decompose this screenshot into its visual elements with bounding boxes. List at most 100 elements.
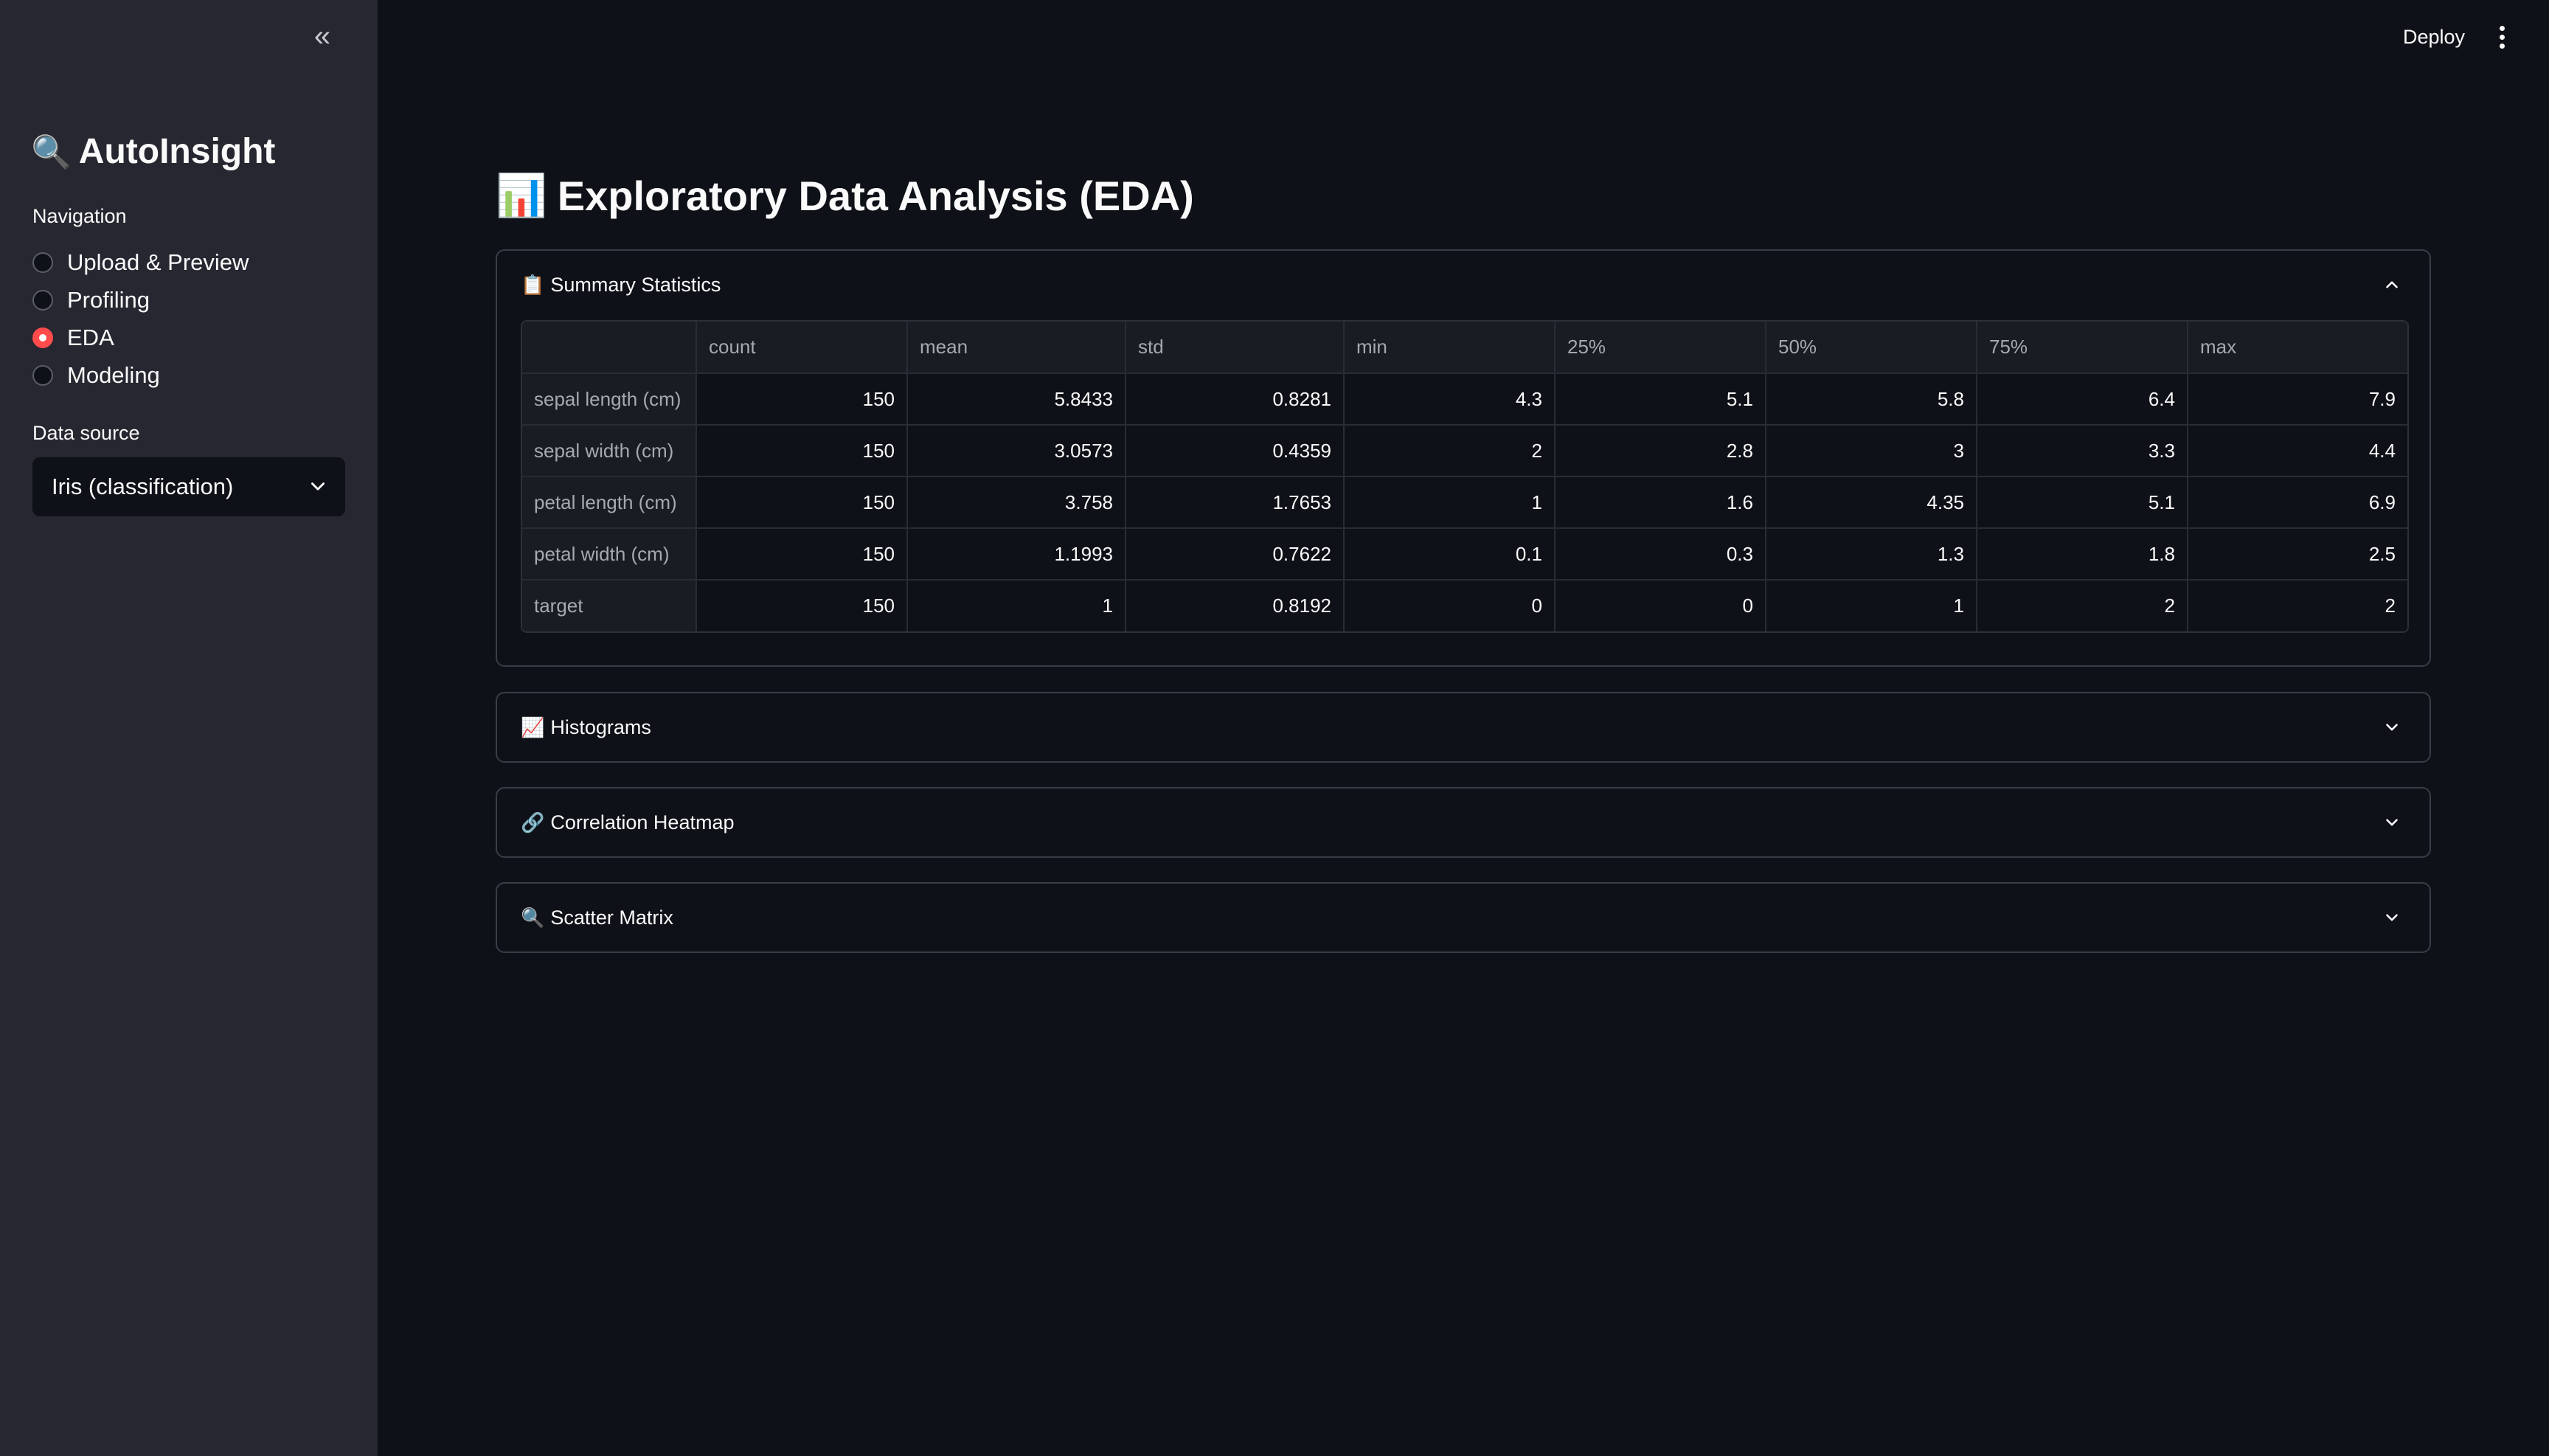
correlation-heatmap-expander: 🔗 Correlation Heatmap <box>496 787 2431 858</box>
double-chevron-left-icon: « <box>313 20 331 52</box>
nav-radio-profiling[interactable]: Profiling <box>32 281 249 319</box>
column-header[interactable]: count <box>696 322 908 374</box>
navigation-radio-group: Upload & Preview Profiling EDA Modeling <box>32 243 249 394</box>
main-menu-button[interactable] <box>2486 18 2518 56</box>
expander-label: Summary Statistics <box>550 273 721 296</box>
data-source-label: Data source <box>32 422 140 444</box>
table-header-row: count mean std min 25% 50% 75% max <box>522 322 2407 374</box>
column-header[interactable]: 75% <box>1977 322 2188 374</box>
column-header[interactable]: std <box>1126 322 1345 374</box>
histograms-header[interactable]: 📈 Histograms <box>497 693 2430 761</box>
row-label: petal length (cm) <box>522 476 697 529</box>
table-row: petal width (cm) 150 1.1993 0.7622 0.1 0… <box>522 528 2407 580</box>
table-cell: 4.4 <box>2188 425 2407 477</box>
nav-radio-modeling[interactable]: Modeling <box>32 356 249 394</box>
app-title: 🔍 AutoInsight <box>31 131 275 172</box>
table-cell: 2 <box>1977 580 2188 631</box>
table-cell: 5.8433 <box>907 373 1126 426</box>
column-header[interactable]: 25% <box>1555 322 1766 374</box>
table-cell: 7.9 <box>2188 373 2407 426</box>
table-cell: 1.3 <box>1766 528 1977 580</box>
chevron-down-icon <box>2386 724 2398 731</box>
nav-radio-label: Profiling <box>67 286 150 313</box>
collapse-sidebar-button[interactable]: « <box>305 19 339 53</box>
deploy-button[interactable]: Deploy <box>2390 16 2478 58</box>
page-title-text: Exploratory Data Analysis (EDA) <box>557 172 1194 219</box>
chevron-down-icon <box>2386 819 2398 826</box>
radio-button[interactable] <box>32 252 53 273</box>
table-cell: 150 <box>696 528 908 580</box>
table-cell: 2 <box>1344 425 1556 477</box>
table-cell: 5.8 <box>1766 373 1977 426</box>
table-cell: 6.9 <box>2188 476 2407 529</box>
radio-button-selected[interactable] <box>32 327 53 348</box>
table-cell: 3.0573 <box>907 425 1126 477</box>
table-row: sepal length (cm) 150 5.8433 0.8281 4.3 … <box>522 373 2407 426</box>
column-header[interactable]: mean <box>907 322 1126 374</box>
table-cell: 0 <box>1344 580 1556 631</box>
kebab-menu-icon <box>2499 25 2505 49</box>
expander-title: 📈 Histograms <box>521 716 651 739</box>
magnifier-icon: 🔍 <box>31 134 72 170</box>
table-cell: 3 <box>1766 425 1977 477</box>
table-cell: 0.3 <box>1555 528 1766 580</box>
column-header[interactable]: max <box>2188 322 2407 374</box>
nav-radio-label: Modeling <box>67 361 160 388</box>
table-cell: 0.4359 <box>1126 425 1345 477</box>
row-label: sepal length (cm) <box>522 373 697 426</box>
table-cell: 6.4 <box>1977 373 2188 426</box>
nav-radio-eda[interactable]: EDA <box>32 319 249 356</box>
table-row: target 150 1 0.8192 0 0 1 2 2 <box>522 580 2407 631</box>
expander-title: 📋 Summary Statistics <box>521 274 721 297</box>
table-cell: 0.8281 <box>1126 373 1345 426</box>
expander-title: 🔗 Correlation Heatmap <box>521 811 735 834</box>
radio-button[interactable] <box>32 289 53 311</box>
bar-chart-icon: 📊 <box>496 172 547 218</box>
link-icon: 🔗 <box>521 811 545 833</box>
table-cell: 5.1 <box>1555 373 1766 426</box>
summary-statistics-header[interactable]: 📋 Summary Statistics <box>497 251 2430 319</box>
table-cell: 150 <box>696 425 908 477</box>
column-header[interactable]: 50% <box>1766 322 1977 374</box>
row-label: target <box>522 580 697 631</box>
app-title-text: AutoInsight <box>78 132 276 171</box>
table-cell: 150 <box>696 373 908 426</box>
table-cell: 4.35 <box>1766 476 1977 529</box>
row-label: sepal width (cm) <box>522 425 697 477</box>
summary-statistics-table[interactable]: count mean std min 25% 50% 75% max sepal… <box>521 320 2409 633</box>
scatter-matrix-header[interactable]: 🔍 Scatter Matrix <box>497 884 2430 951</box>
nav-radio-label: EDA <box>67 324 114 350</box>
column-header[interactable] <box>522 322 697 374</box>
radio-button[interactable] <box>32 364 53 386</box>
expander-title: 🔍 Scatter Matrix <box>521 906 673 929</box>
table-cell: 0 <box>1555 580 1766 631</box>
table-row: petal length (cm) 150 3.758 1.7653 1 1.6… <box>522 476 2407 529</box>
table-cell: 2.5 <box>2188 528 2407 580</box>
table-cell: 150 <box>696 476 908 529</box>
table-cell: 3.3 <box>1977 425 2188 477</box>
chevron-up-icon <box>2386 281 2398 288</box>
table-cell: 1 <box>1766 580 1977 631</box>
table-cell: 2 <box>2188 580 2407 631</box>
navigation-label: Navigation <box>32 205 127 227</box>
expander-label: Correlation Heatmap <box>550 811 735 833</box>
nav-radio-upload-preview[interactable]: Upload & Preview <box>32 243 249 281</box>
expander-label: Scatter Matrix <box>550 906 673 929</box>
nav-radio-label: Upload & Preview <box>67 249 249 275</box>
table-row: sepal width (cm) 150 3.0573 0.4359 2 2.8… <box>522 425 2407 477</box>
table-cell: 0.7622 <box>1126 528 1345 580</box>
correlation-heatmap-header[interactable]: 🔗 Correlation Heatmap <box>497 788 2430 856</box>
clipboard-icon: 📋 <box>521 273 545 296</box>
page-title: 📊 Exploratory Data Analysis (EDA) <box>496 171 1194 220</box>
data-source-value: Iris (classification) <box>52 474 234 499</box>
column-header[interactable]: min <box>1344 322 1556 374</box>
table-cell: 1 <box>1344 476 1556 529</box>
table-cell: 2.8 <box>1555 425 1766 477</box>
table-cell: 4.3 <box>1344 373 1556 426</box>
row-label: petal width (cm) <box>522 528 697 580</box>
table-cell: 1 <box>907 580 1126 631</box>
sidebar: « 🔍 AutoInsight Navigation Upload & Prev… <box>0 0 378 1456</box>
data-source-select[interactable]: Iris (classification) <box>32 457 345 516</box>
expander-label: Histograms <box>550 715 651 738</box>
table-cell: 5.1 <box>1977 476 2188 529</box>
